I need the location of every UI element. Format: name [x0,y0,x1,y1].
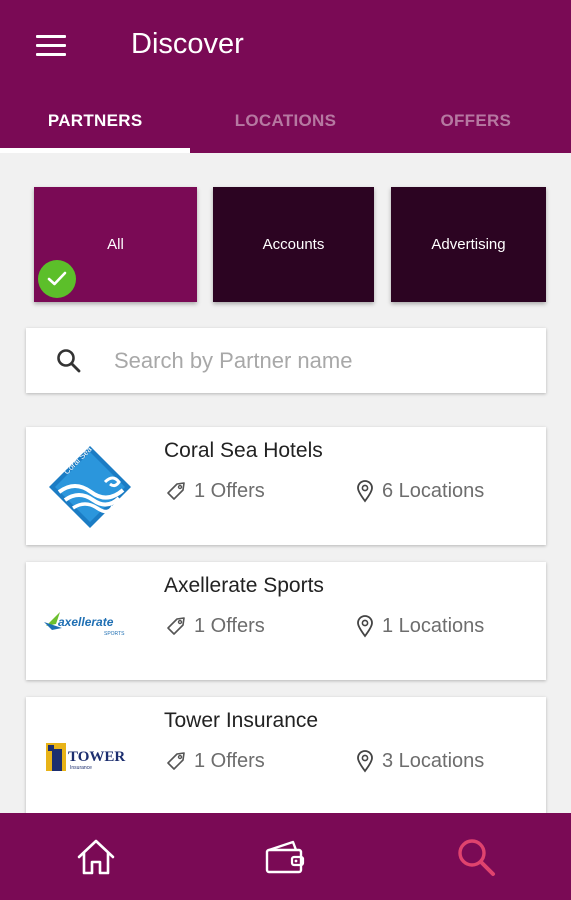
search-input[interactable] [112,342,526,380]
partner-card-coral-sea-hotels[interactable]: Coral Sea Hotels Coral Sea Hotels 1 Offe… [26,427,546,545]
tag-icon [167,617,185,635]
partner-card-axellerate-sports[interactable]: axellerate SPORTS Axellerate Sports 1 Of… [26,562,546,680]
offers-count: 1 Offers [164,614,265,638]
tab-bar: PARTNERS LOCATIONS OFFERS [0,95,571,153]
tower-insurance-logo: TOWER Insurance [40,711,140,803]
tab-offers[interactable]: OFFERS [381,95,571,153]
app-bar: Discover PARTNERS LOCATIONS OFFERS [0,0,571,153]
category-accounts[interactable]: Accounts [213,187,374,302]
partner-name: Tower Insurance [164,709,319,732]
bottom-nav [0,813,571,900]
tag-icon [167,752,185,770]
locations-count: 1 Locations [354,614,484,638]
locations-count: 6 Locations [354,479,484,503]
page-title: Discover [131,28,244,60]
tag-icon [167,482,185,500]
home-icon[interactable] [72,833,120,881]
partner-name: Axellerate Sports [164,574,324,597]
axellerate-sports-logo: axellerate SPORTS [40,576,140,668]
location-pin-icon [357,615,373,638]
search-icon [57,349,81,373]
locations-count: 3 Locations [354,749,484,773]
tab-locations[interactable]: LOCATIONS [190,95,380,153]
partner-name: Coral Sea Hotels [164,439,323,462]
search-nav-icon[interactable] [452,833,500,881]
offers-count: 1 Offers [164,749,265,773]
tower-logo-text: TOWER [68,749,125,765]
tab-partners[interactable]: PARTNERS [0,95,191,153]
offers-count: 1 Offers [164,479,265,503]
category-label: All [107,236,124,253]
category-label: Accounts [262,236,325,253]
search-bar [26,328,546,393]
menu-icon[interactable] [36,35,66,57]
coral-sea-hotels-logo: Coral Sea Hotels [40,441,140,533]
location-pin-icon [357,750,373,773]
category-label: Advertising [431,236,506,253]
tower-logo-subtext: Insurance [70,765,92,771]
wallet-icon[interactable] [261,833,309,881]
category-all[interactable]: All [34,187,197,302]
category-advertising[interactable]: Advertising [391,187,546,302]
axellerate-logo-text: axellerate [58,615,114,629]
check-icon [38,260,76,298]
partner-card-tower-insurance[interactable]: TOWER Insurance Tower Insurance 1 Offers… [26,697,546,815]
axellerate-logo-subtext: SPORTS [104,631,125,637]
location-pin-icon [357,480,373,503]
